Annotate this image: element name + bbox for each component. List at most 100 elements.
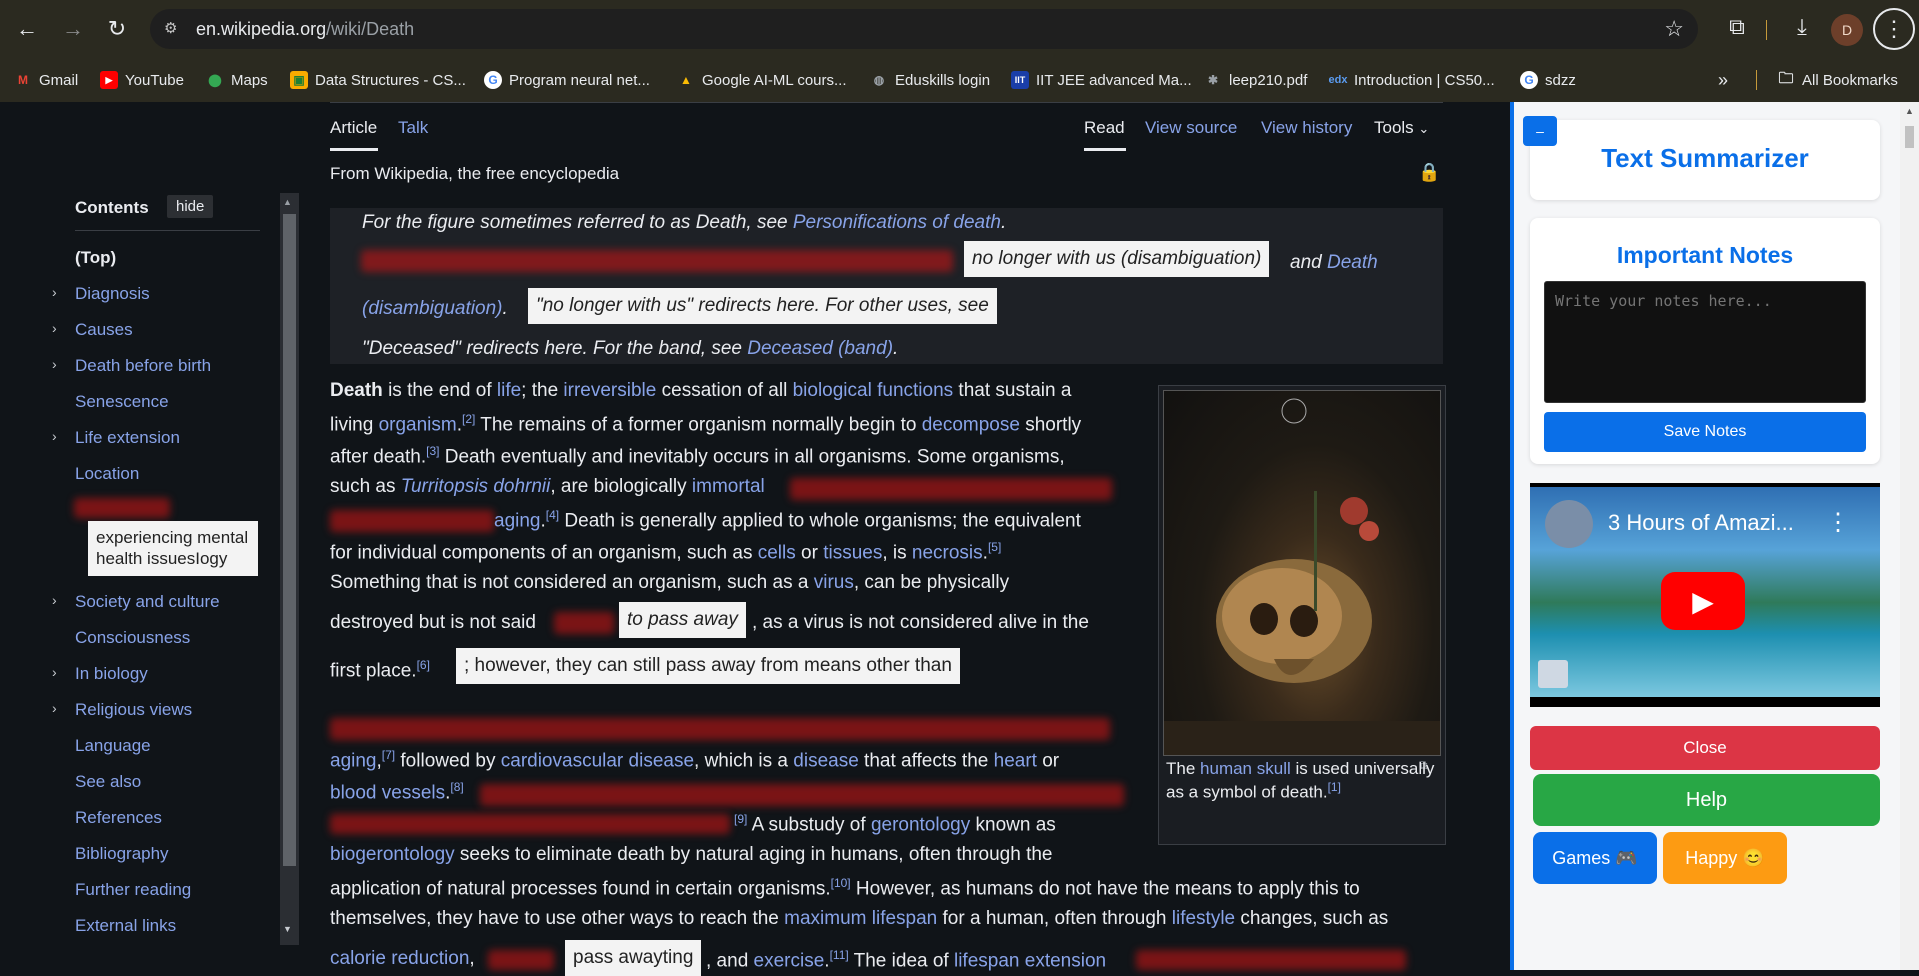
link-cardiovascular-disease[interactable]: cardiovascular disease [501, 750, 694, 771]
toc-item-death-before-birth[interactable]: Death before birth [75, 356, 211, 376]
toc-item-society-and-culture[interactable]: Society and culture [75, 592, 220, 612]
bookmark-program-neural[interactable]: G Program neural net... [484, 66, 650, 94]
link-turritopsis[interactable]: Turritopsis dohrnii [401, 476, 551, 497]
link-lifestyle[interactable]: lifestyle [1172, 908, 1235, 929]
chevron-right-icon[interactable]: › [52, 284, 57, 300]
link-decompose[interactable]: decompose [922, 414, 1020, 435]
browser-menu-icon[interactable]: ⋮ [1873, 8, 1915, 50]
link-aging[interactable]: aging [494, 510, 541, 531]
toc-scrollbar-thumb[interactable] [283, 214, 296, 866]
link-virus[interactable]: virus [814, 572, 854, 593]
link-blood-vessels[interactable]: blood vessels [330, 782, 445, 803]
tab-view-source[interactable]: View source [1145, 118, 1237, 138]
link-aging-2[interactable]: aging [330, 750, 377, 771]
bookmark-youtube[interactable]: ▶ YouTube [100, 66, 184, 94]
toc-item-top[interactable]: (Top) [75, 248, 116, 268]
link-biogerontology[interactable]: biogerontology [330, 844, 455, 865]
bookmark-maps[interactable]: ⬤ Maps [206, 66, 267, 94]
citation[interactable]: [9] [734, 812, 747, 826]
citation[interactable]: [11] [830, 948, 849, 962]
forward-icon[interactable]: → [56, 12, 90, 46]
happy-button[interactable]: Happy 😊 [1663, 832, 1787, 884]
download-icon[interactable]: ⤓ [1787, 14, 1817, 40]
tab-article[interactable]: Article [330, 118, 377, 138]
chevron-right-icon[interactable]: › [52, 664, 57, 680]
tab-view-history[interactable]: View history [1261, 118, 1352, 138]
toc-hide-button[interactable]: hide [167, 195, 214, 218]
video-title[interactable]: 3 Hours of Amazi... [1608, 510, 1794, 536]
scroll-up-icon[interactable]: ▲ [283, 197, 292, 207]
play-button[interactable]: ▶ [1661, 572, 1745, 630]
bookmark-gmail[interactable]: M Gmail [14, 66, 78, 94]
bookmark-cs50[interactable]: edx Introduction | CS50... [1329, 66, 1495, 94]
link-life[interactable]: life [497, 380, 521, 401]
chevron-right-icon[interactable]: › [52, 320, 57, 336]
citation[interactable]: [6] [417, 658, 430, 672]
profile-avatar[interactable]: D [1831, 14, 1863, 46]
toc-item-external-links[interactable]: External links [75, 916, 176, 936]
citation[interactable]: [8] [450, 780, 463, 794]
address-bar[interactable]: ⚙ en.wikipedia.org/wiki/Death ☆ [150, 9, 1698, 49]
minimize-button[interactable]: – [1523, 116, 1557, 146]
lock-icon[interactable]: 🔒 [1418, 162, 1440, 184]
bookmark-leep-pdf[interactable]: ✱ leep210.pdf [1204, 66, 1307, 94]
link-organism[interactable]: organism [379, 414, 457, 435]
link-personifications[interactable]: Personifications of death [793, 212, 1001, 233]
reload-icon[interactable]: ↻ [100, 12, 134, 46]
link-irreversible[interactable]: irreversible [563, 380, 656, 401]
toc-item-life-extension[interactable]: Life extension [75, 428, 180, 448]
save-notes-button[interactable]: Save Notes [1544, 412, 1866, 452]
tab-talk[interactable]: Talk [398, 118, 428, 138]
chevron-right-icon[interactable]: › [52, 700, 57, 716]
scroll-up-icon[interactable]: ▲ [1905, 106, 1914, 116]
toc-item-causes[interactable]: Causes [75, 320, 133, 340]
link-biological-functions[interactable]: biological functions [793, 380, 954, 401]
toc-item-references[interactable]: References [75, 808, 162, 828]
toc-item-senescence[interactable]: Senescence [75, 392, 169, 412]
toc-item-religious-views[interactable]: Religious views [75, 700, 192, 720]
bookmark-eduskills[interactable]: ◍ Eduskills login [870, 66, 990, 94]
link-lifespan-extension[interactable]: lifespan extension [954, 950, 1106, 971]
link-exercise[interactable]: exercise [754, 950, 825, 971]
bookmark-star-icon[interactable]: ☆ [1664, 16, 1684, 42]
chevron-right-icon[interactable]: › [52, 428, 57, 444]
bookmarks-overflow-icon[interactable]: » [1718, 66, 1728, 94]
channel-avatar[interactable] [1545, 500, 1593, 548]
site-info-icon[interactable]: ⚙ [164, 19, 184, 39]
link-necrosis[interactable]: necrosis [912, 542, 983, 563]
citation[interactable]: [2] [462, 412, 475, 426]
link-cells[interactable]: cells [758, 542, 796, 563]
link-gerontology[interactable]: gerontology [871, 814, 970, 835]
help-button[interactable]: Help [1533, 774, 1880, 826]
citation[interactable]: [1] [1328, 780, 1341, 794]
link-heart[interactable]: heart [994, 750, 1037, 771]
chevron-right-icon[interactable]: › [52, 592, 57, 608]
toc-item-bibliography[interactable]: Bibliography [75, 844, 169, 864]
video-menu-icon[interactable]: ⋮ [1826, 508, 1850, 537]
link-deceased-band[interactable]: Deceased (band) [747, 338, 893, 359]
notes-textarea[interactable] [1544, 281, 1866, 403]
citation[interactable]: [5] [988, 540, 1001, 554]
toc-item-location[interactable]: Location [75, 464, 139, 484]
skull-painting-image[interactable] [1163, 390, 1441, 756]
toc-item-see-also[interactable]: See also [75, 772, 141, 792]
link-human-skull[interactable]: human skull [1200, 759, 1291, 778]
citation[interactable]: [3] [426, 444, 439, 458]
link-death[interactable]: Death [1327, 252, 1378, 273]
link-disease[interactable]: disease [793, 750, 859, 771]
toc-item-consciousness[interactable]: Consciousness [75, 628, 190, 648]
citation[interactable]: [4] [546, 508, 559, 522]
scroll-down-icon[interactable]: ▼ [283, 924, 292, 934]
citation[interactable]: [10] [831, 876, 851, 890]
link-disambiguation[interactable]: (disambiguation) [362, 298, 502, 319]
extensions-icon[interactable]: ⧉ [1722, 14, 1752, 40]
link-immortal[interactable]: immortal [692, 476, 765, 497]
channel-watermark[interactable] [1538, 660, 1568, 688]
citation[interactable]: [7] [382, 748, 395, 762]
bookmark-data-structures[interactable]: ▣ Data Structures - CS... [290, 66, 466, 94]
panel-scrollbar[interactable] [1900, 102, 1919, 970]
back-icon[interactable]: ← [10, 12, 44, 46]
link-calorie-reduction[interactable]: calorie reduction [330, 948, 469, 969]
bookmark-sdzz[interactable]: Gsdzz [1520, 66, 1576, 94]
panel-scrollbar-thumb[interactable] [1905, 126, 1914, 148]
